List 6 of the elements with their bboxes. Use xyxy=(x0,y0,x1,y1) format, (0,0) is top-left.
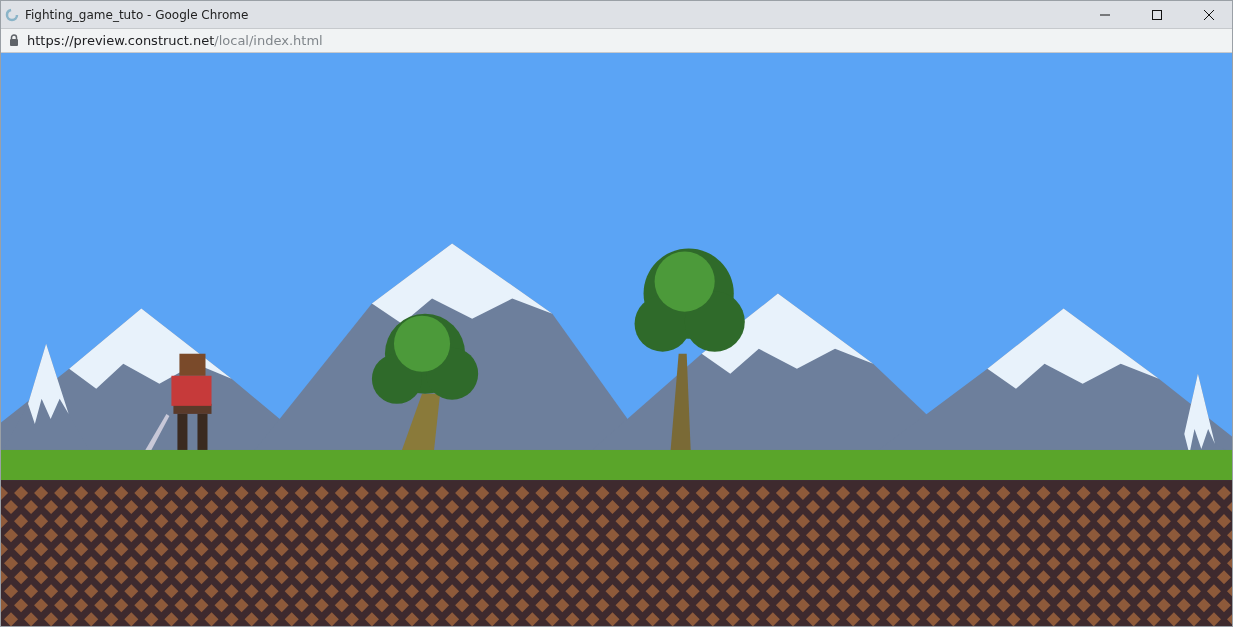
close-icon xyxy=(1203,8,1215,21)
maximize-icon xyxy=(1151,8,1163,21)
url-text[interactable]: https://preview.construct.net/local/index.html xyxy=(27,32,323,48)
lock-icon xyxy=(9,34,19,47)
browser-logo-icon xyxy=(5,7,19,22)
window-title: Fighting_game_tuto - Google Chrome xyxy=(25,7,250,22)
